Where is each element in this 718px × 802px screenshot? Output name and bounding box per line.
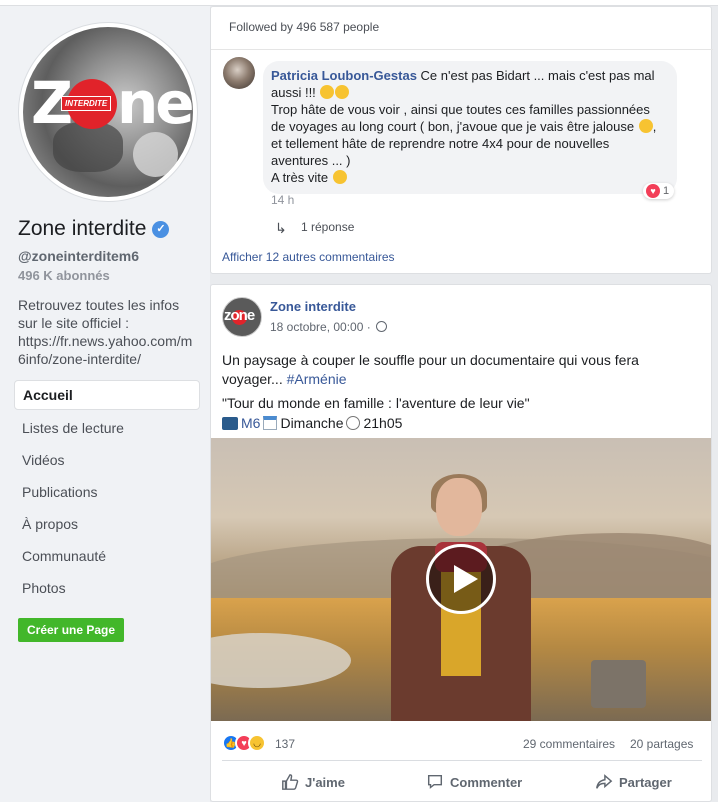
left-sidebar: Z INTERDITE ne Zone interdite ✓ @zoneint…: [0, 6, 210, 802]
globe-icon: [376, 321, 388, 332]
nav-item-listes-de-lecture[interactable]: Listes de lecture: [14, 412, 200, 444]
share-label: Partager: [619, 774, 672, 790]
nav-item-videos[interactable]: Vidéos: [14, 444, 200, 476]
like-label: J'aime: [305, 774, 345, 790]
comment-reaction-badge[interactable]: ♥ 1: [643, 183, 675, 199]
nav-item-publications[interactable]: Publications: [14, 476, 200, 508]
page-handle[interactable]: @zoneinterditem6: [18, 248, 139, 264]
smile-emoji-icon: [320, 85, 335, 99]
thumbs-up-icon: [282, 774, 299, 790]
broadcast-time: 21h05: [363, 415, 403, 431]
comment-count[interactable]: 29 commentaires: [523, 737, 615, 751]
comment-button[interactable]: Commenter: [426, 773, 522, 791]
reply-arrow-icon: ↳: [275, 220, 287, 236]
comment-author[interactable]: Patricia Loubon-Gestas: [271, 68, 417, 83]
broadcast-day: Dimanche: [280, 415, 344, 431]
create-page-button[interactable]: Créer une Page: [18, 618, 125, 642]
nav-item-accueil[interactable]: Accueil: [14, 380, 200, 410]
page-about-text: Retrouvez toutes les infos sur le site o…: [18, 297, 193, 367]
post-date[interactable]: 18 octobre, 00:00 ·: [270, 320, 374, 334]
comment-bubble: Patricia Loubon-Gestas Ce n'est pas Bida…: [263, 61, 677, 194]
logo-letters-ne: ne: [117, 69, 193, 137]
kiss-emoji-icon: [332, 170, 347, 184]
post-date-row: 18 octobre, 00:00 ·: [270, 320, 388, 334]
verified-badge-icon: ✓: [152, 220, 170, 238]
smile-emoji-icon: [638, 119, 653, 133]
divider: [211, 49, 713, 50]
profile-picture-photo: Z INTERDITE ne: [23, 27, 193, 197]
presenter-head: [436, 478, 482, 536]
commenter-avatar[interactable]: [223, 57, 255, 89]
divider: [222, 760, 702, 761]
calendar-icon: [263, 416, 278, 430]
post-author[interactable]: Zone interdite: [270, 299, 356, 314]
comment-bubble-icon: [427, 774, 443, 789]
like-button[interactable]: J'aime: [281, 773, 345, 791]
smile-emoji-icon: [335, 85, 350, 99]
clock-icon: [346, 416, 361, 430]
nav-item-photos[interactable]: Photos: [14, 572, 200, 604]
post-video[interactable]: [211, 438, 711, 721]
page-profile-picture[interactable]: Z INTERDITE ne: [18, 22, 198, 202]
hashtag-link[interactable]: #Arménie: [287, 371, 347, 387]
comment-label: Commenter: [450, 774, 523, 790]
broadcast-info: M6 Dimanche 21h05: [222, 415, 402, 431]
subscriber-count: 496 K abonnés: [18, 268, 110, 283]
photo-shape: [133, 132, 178, 177]
page-name-row: Zone interdite ✓: [18, 217, 170, 241]
followed-by-text: Followed by 496 587 people: [229, 20, 380, 34]
post-title: "Tour du monde en famille : l'aventure d…: [222, 395, 530, 411]
post-text: Un paysage à couper le souffle pour un d…: [222, 351, 702, 389]
logo-badge: INTERDITE: [61, 96, 112, 111]
tv-icon: [222, 416, 238, 430]
post-author-avatar[interactable]: zone: [222, 297, 262, 337]
reaction-count[interactable]: 137: [275, 737, 295, 751]
haha-reaction-icon: ◡: [248, 734, 266, 752]
share-count[interactable]: 20 partages: [630, 737, 693, 751]
share-button[interactable]: Partager: [595, 773, 672, 791]
comment-reaction-count: 1: [663, 185, 670, 197]
show-more-comments-link[interactable]: Afficher 12 autres commentaires: [222, 250, 395, 264]
view-replies-link[interactable]: 1 réponse: [301, 220, 354, 234]
comment-text-4: A très vite: [271, 170, 332, 185]
nav-item-communaute[interactable]: Communauté: [14, 540, 200, 572]
share-arrow-icon: [596, 774, 613, 789]
channel-name: M6: [241, 415, 261, 431]
play-button-icon[interactable]: [426, 544, 496, 614]
page-navigation: Accueil Listes de lecture Vidéos Publica…: [14, 380, 200, 604]
video-stone: [591, 660, 646, 708]
love-reaction-icon: ♥: [646, 184, 660, 198]
post-body: Un paysage à couper le souffle pour un d…: [222, 352, 639, 387]
reaction-icons[interactable]: 👍 ♥ ◡: [222, 734, 266, 752]
comments-card: Followed by 496 587 people Patricia Loub…: [210, 6, 713, 274]
post-stats: 👍 ♥ ◡ 137 29 commentaires 20 partages: [222, 731, 702, 755]
comment-text-2: Trop hâte de vous voir , ainsi que toute…: [271, 102, 650, 134]
page-name[interactable]: Zone interdite: [18, 217, 146, 241]
post-avatar-logo-text: zone: [224, 307, 255, 324]
comment-timestamp[interactable]: 14 h: [271, 193, 294, 207]
post-card: zone Zone interdite 18 octobre, 00:00 · …: [210, 284, 712, 802]
nav-item-a-propos[interactable]: À propos: [14, 508, 200, 540]
